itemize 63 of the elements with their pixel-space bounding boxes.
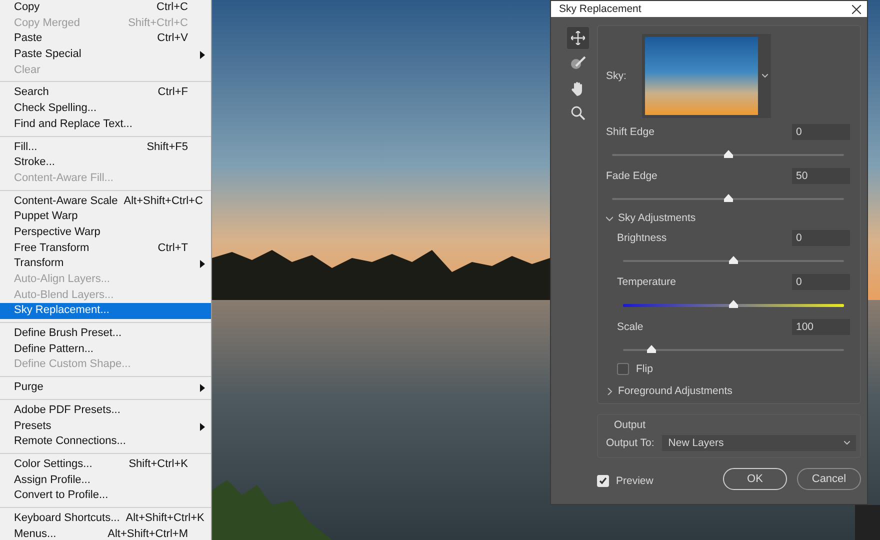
menu-item[interactable]: Sky Replacement... — [0, 303, 211, 320]
close-icon[interactable] — [852, 4, 861, 14]
slider-label: Fade Edge — [606, 170, 658, 182]
slider-label: Brightness — [617, 232, 667, 244]
caret-icon — [606, 214, 613, 222]
menu-item[interactable]: Purge — [0, 380, 211, 396]
dialog-title: Sky Replacement — [559, 3, 642, 15]
group-title: Output — [613, 419, 647, 431]
menu-item[interactable]: Presets — [0, 418, 211, 434]
value-field[interactable]: 50 — [792, 168, 850, 184]
menu-item[interactable]: Check Spelling... — [0, 101, 211, 117]
move-arrows-icon — [571, 31, 585, 45]
menu-item[interactable]: Adobe PDF Presets... — [0, 402, 211, 418]
sky-preset-picker[interactable] — [642, 34, 772, 118]
menu-item[interactable]: Stroke... — [0, 155, 211, 171]
menu-item[interactable]: Keyboard Shortcuts... Alt+Shift+Ctrl+K — [0, 510, 211, 527]
slider-handle[interactable] — [724, 150, 732, 158]
menu-item[interactable]: Convert to Profile... — [0, 488, 211, 504]
menu-item[interactable]: Color Settings... Shift+Ctrl+K — [0, 456, 211, 473]
sky-label: Sky: — [606, 70, 626, 82]
output-label: Output To: — [606, 437, 654, 449]
section-toggle[interactable]: Foreground Adjustments — [606, 385, 850, 397]
menu-item[interactable]: Paste Special — [0, 47, 211, 63]
slider-label: Shift Edge — [606, 126, 654, 138]
zoom-icon — [571, 106, 585, 120]
menu-item[interactable]: Define Pattern... — [0, 342, 211, 358]
menu-item[interactable]: Copy Ctrl+C — [0, 0, 211, 16]
checkbox-label: Preview — [616, 475, 654, 487]
hand-icon — [571, 80, 585, 96]
menu-item[interactable]: Free Transform Ctrl+T — [0, 240, 211, 256]
move-tool[interactable] — [567, 27, 589, 49]
value-field[interactable]: 0 — [792, 230, 850, 246]
chevron-down-icon — [762, 74, 768, 78]
menu-item[interactable]: Paste Ctrl+V — [0, 31, 211, 48]
flip-checkbox[interactable] — [617, 363, 629, 375]
chevron-down-icon — [844, 441, 850, 445]
menu-item[interactable]: Search Ctrl+F — [0, 85, 211, 102]
menu-item[interactable]: Menus... Alt+Shift+Ctrl+M — [0, 526, 211, 540]
menu-item[interactable]: Puppet Warp — [0, 209, 211, 225]
menu-item[interactable]: Fill... Shift+F5 — [0, 140, 211, 156]
value-field[interactable]: 0 — [792, 274, 850, 290]
menu-item[interactable]: Remote Connections... — [0, 434, 211, 450]
slider-handle[interactable] — [729, 256, 738, 264]
slider-label: Scale — [617, 321, 644, 333]
preview-checkbox[interactable] — [597, 475, 609, 487]
menu-item[interactable]: Find and Replace Text... — [0, 116, 211, 132]
menu-item[interactable]: Assign Profile... — [0, 472, 211, 488]
slider-handle[interactable] — [724, 194, 732, 202]
output-dropdown[interactable]: New Layers — [662, 435, 856, 451]
section-toggle[interactable]: Sky Adjustments — [606, 212, 850, 224]
menu-item[interactable]: Perspective Warp — [0, 224, 211, 241]
menu-item[interactable]: Define Brush Preset... — [0, 326, 211, 342]
checkbox-label: Flip — [636, 363, 653, 375]
ok-button[interactable]: OK — [723, 468, 787, 490]
menu-item[interactable]: Content-Aware Scale Alt+Shift+Ctrl+C — [0, 194, 211, 210]
slider-handle[interactable] — [647, 345, 656, 353]
brush-icon — [570, 56, 586, 70]
value-field[interactable]: 100 — [792, 319, 850, 335]
caret-icon — [606, 388, 613, 394]
slider-label: Temperature — [617, 276, 676, 288]
value-field[interactable]: 0 — [792, 124, 850, 140]
cancel-button[interactable]: Cancel — [797, 468, 861, 490]
menu-item[interactable]: Transform — [0, 256, 211, 272]
